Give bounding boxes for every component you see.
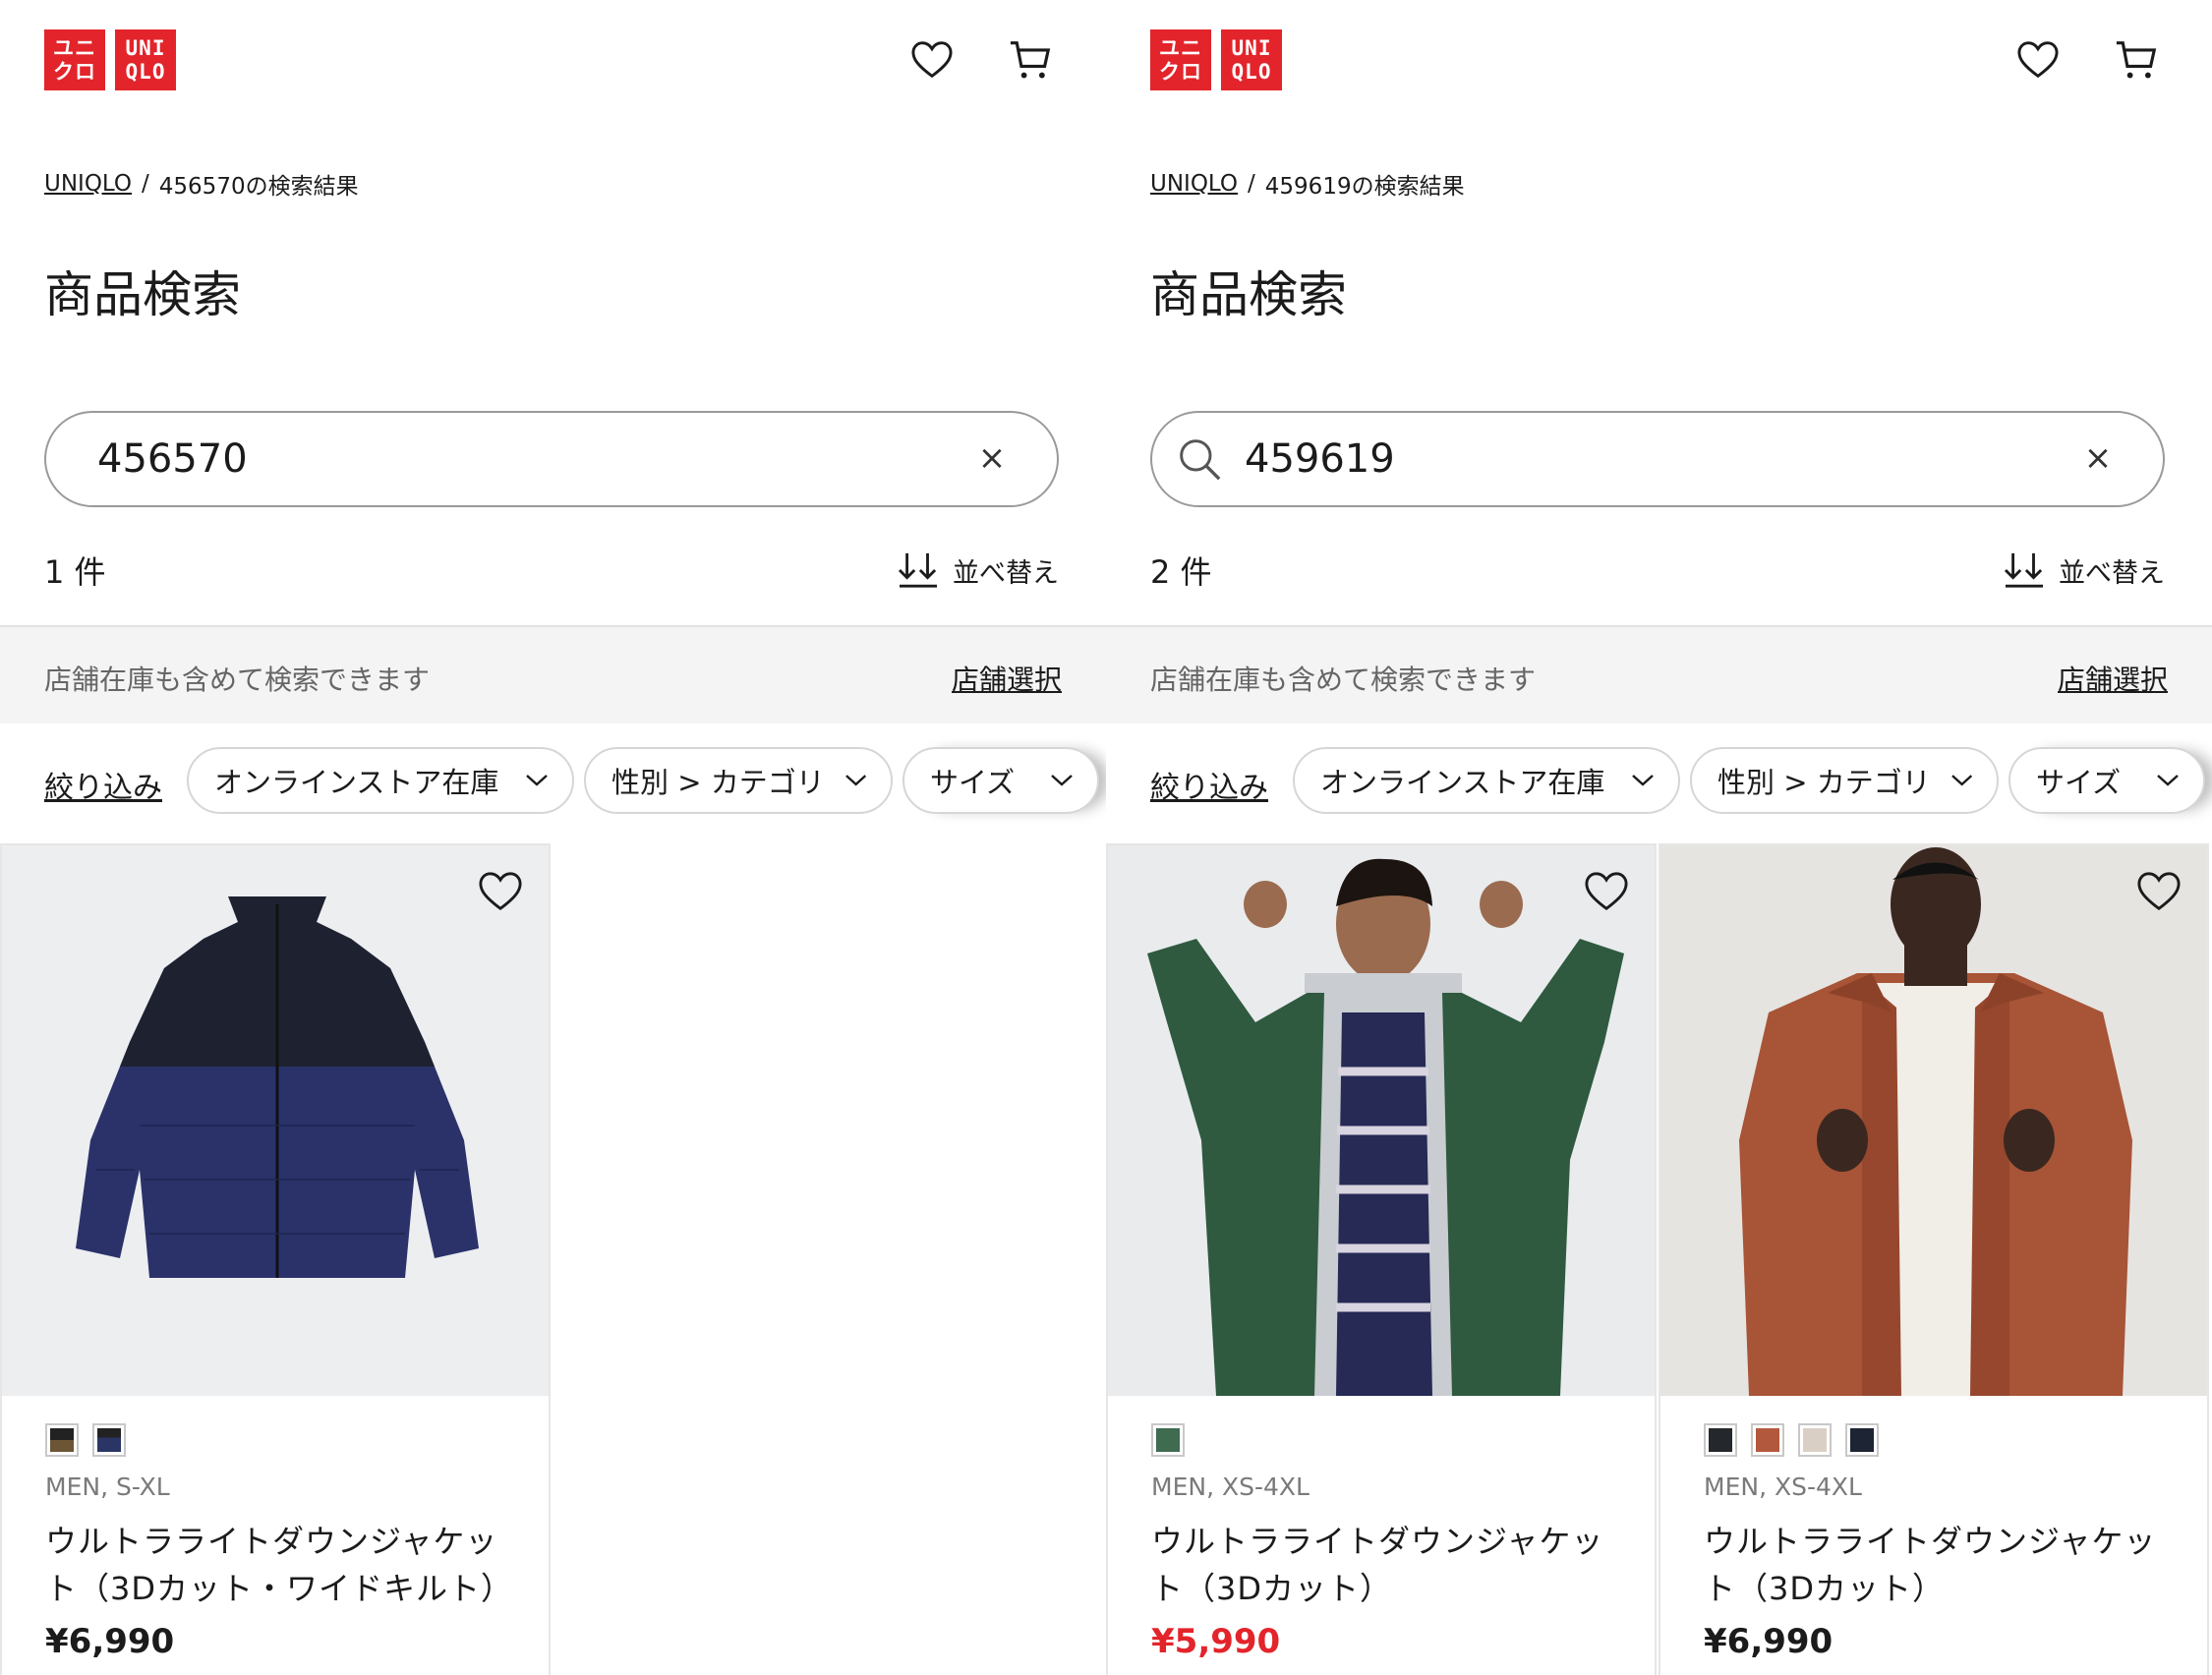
product-price: ¥6,990 [1704, 1622, 1834, 1661]
breadcrumb: UNIQLO / 456570の検索結果 [44, 167, 359, 201]
product-gender-size: MEN, S-XL [45, 1473, 170, 1501]
product-gender-size: MEN, XS-4XL [1151, 1473, 1310, 1501]
chip-size[interactable]: サイズ [902, 747, 1099, 814]
product-card[interactable]: MEN, XS-4XL ウルトラライトダウンジャケット（3Dカット） ¥5,99… [1106, 843, 1657, 1675]
sort-label: 並べ替え [2059, 557, 2165, 589]
store-stock-message: 店舗在庫も含めて検索できます [1150, 664, 1537, 696]
product-price: ¥6,990 [45, 1622, 175, 1661]
favorite-heart-icon[interactable] [2136, 869, 2182, 914]
product-gender-size: MEN, XS-4XL [1704, 1473, 1862, 1501]
cart-icon[interactable] [1008, 37, 1053, 83]
search-input[interactable]: 456570 × [44, 411, 1059, 507]
chip-label: 性別 > カテゴリ [611, 766, 825, 799]
chip-label: 性別 > カテゴリ [1717, 766, 1931, 799]
color-swatches [45, 1423, 126, 1457]
breadcrumb-home-link[interactable]: UNIQLO [1150, 171, 1238, 197]
search-input[interactable]: 459619 × [1150, 411, 2165, 507]
product-image[interactable] [2, 845, 549, 1396]
logo-jp: ユニ クロ [44, 29, 105, 90]
uniqlo-logo[interactable]: ユニ クロ UNI QLO [1150, 29, 1282, 90]
product-name[interactable]: ウルトラライトダウンジャケット（3Dカット） [1151, 1518, 1633, 1612]
color-swatches [1704, 1423, 1879, 1457]
sort-icon [2004, 552, 2043, 588]
product-price: ¥5,990 [1151, 1622, 1281, 1661]
results-bar: 1 件 並べ替え [44, 546, 1059, 595]
result-count: 1 件 [44, 553, 106, 591]
color-swatch[interactable] [92, 1423, 126, 1457]
results-bar: 2 件 並べ替え [1150, 546, 2165, 595]
sort-button[interactable]: 並べ替え [898, 551, 1059, 590]
product-image[interactable] [1108, 845, 1655, 1396]
chevron-down-icon [1950, 775, 1972, 786]
page-title: 商品検索 [1150, 266, 1347, 323]
left-screen: ユニ クロ UNI QLO UNIQLO / 456570の検索結果 商品検索 45… [0, 0, 1106, 1675]
chip-label: サイズ [930, 766, 1016, 799]
chip-online-stock[interactable]: オンラインストア在庫 [187, 747, 574, 814]
breadcrumb-home-link[interactable]: UNIQLO [44, 171, 132, 197]
chip-label: サイズ [2036, 766, 2122, 799]
chip-label: オンラインストア在庫 [214, 766, 499, 799]
favorite-heart-icon[interactable] [478, 869, 523, 914]
product-name[interactable]: ウルトラライトダウンジャケット（3Dカット・ワイドキルト） [45, 1518, 527, 1612]
store-stock-message: 店舗在庫も含めて検索できます [44, 664, 431, 696]
logo-jp: ユニ クロ [1150, 29, 1211, 90]
chip-size[interactable]: サイズ [2008, 747, 2205, 814]
filter-bar: 絞り込み オンラインストア在庫 性別 > カテゴリ サイズ [1106, 745, 2212, 816]
search-icon [1178, 436, 1223, 482]
chip-gender-category[interactable]: 性別 > カテゴリ [1690, 747, 1999, 814]
clear-search-icon[interactable]: × [2080, 438, 2116, 478]
chevron-down-icon [2157, 775, 2179, 786]
page-title: 商品検索 [44, 266, 241, 323]
chevron-down-icon [844, 775, 866, 786]
uniqlo-logo[interactable]: ユニ クロ UNI QLO [44, 29, 176, 90]
chevron-down-icon [1051, 775, 1073, 786]
color-swatch[interactable] [1845, 1423, 1879, 1457]
store-select-link[interactable]: 店舗選択 [2058, 659, 2168, 698]
chevron-down-icon [526, 775, 548, 786]
color-swatch[interactable] [1751, 1423, 1784, 1457]
logo-en: UNI QLO [115, 29, 176, 90]
chevron-down-icon [1632, 775, 1654, 786]
product-card[interactable]: MEN, S-XL ウルトラライトダウンジャケット（3Dカット・ワイドキルト） … [0, 843, 551, 1675]
sort-button[interactable]: 並べ替え [2004, 551, 2165, 590]
search-value[interactable]: 459619 [1245, 436, 2163, 482]
logo-en: UNI QLO [1221, 29, 1282, 90]
sort-label: 並べ替え [953, 557, 1059, 589]
chip-label: オンラインストア在庫 [1320, 766, 1605, 799]
color-swatches [1151, 1423, 1185, 1457]
breadcrumb: UNIQLO / 459619の検索結果 [1150, 167, 1465, 201]
color-swatch[interactable] [1151, 1423, 1185, 1457]
sort-icon [898, 552, 937, 588]
chip-gender-category[interactable]: 性別 > カテゴリ [584, 747, 893, 814]
product-name[interactable]: ウルトラライトダウンジャケット（3Dカット） [1704, 1518, 2185, 1612]
store-stock-banner: 店舗在庫も含めて検索できます 店舗選択 [1106, 625, 2212, 723]
filter-link[interactable]: 絞り込み [1150, 763, 1268, 806]
filter-link[interactable]: 絞り込み [44, 763, 162, 806]
store-stock-banner: 店舗在庫も含めて検索できます 店舗選択 [0, 625, 1106, 723]
color-swatch[interactable] [1798, 1423, 1832, 1457]
breadcrumb-separator: / [1248, 171, 1255, 197]
cart-icon[interactable] [2114, 37, 2159, 83]
clear-search-icon[interactable]: × [974, 438, 1010, 478]
filter-bar: 絞り込み オンラインストア在庫 性別 > カテゴリ サイズ [0, 745, 1106, 816]
breadcrumb-current: 459619の検索結果 [1264, 174, 1465, 200]
heart-icon[interactable] [2015, 37, 2061, 83]
breadcrumb-separator: / [142, 171, 149, 197]
product-card[interactable]: MEN, XS-4XL ウルトラライトダウンジャケット（3Dカット） ¥6,99… [1659, 843, 2209, 1675]
color-swatch[interactable] [45, 1423, 79, 1457]
result-count: 2 件 [1150, 553, 1212, 591]
chip-online-stock[interactable]: オンラインストア在庫 [1293, 747, 1680, 814]
breadcrumb-current: 456570の検索結果 [158, 174, 359, 200]
store-select-link[interactable]: 店舗選択 [952, 659, 1062, 698]
search-value[interactable]: 456570 [97, 436, 1057, 482]
right-screen: ユニ クロ UNI QLO UNIQLO / 459619の検索結果 商品検索 45… [1106, 0, 2212, 1675]
heart-icon[interactable] [909, 37, 955, 83]
product-image[interactable] [1660, 845, 2207, 1396]
favorite-heart-icon[interactable] [1584, 869, 1629, 914]
color-swatch[interactable] [1704, 1423, 1737, 1457]
